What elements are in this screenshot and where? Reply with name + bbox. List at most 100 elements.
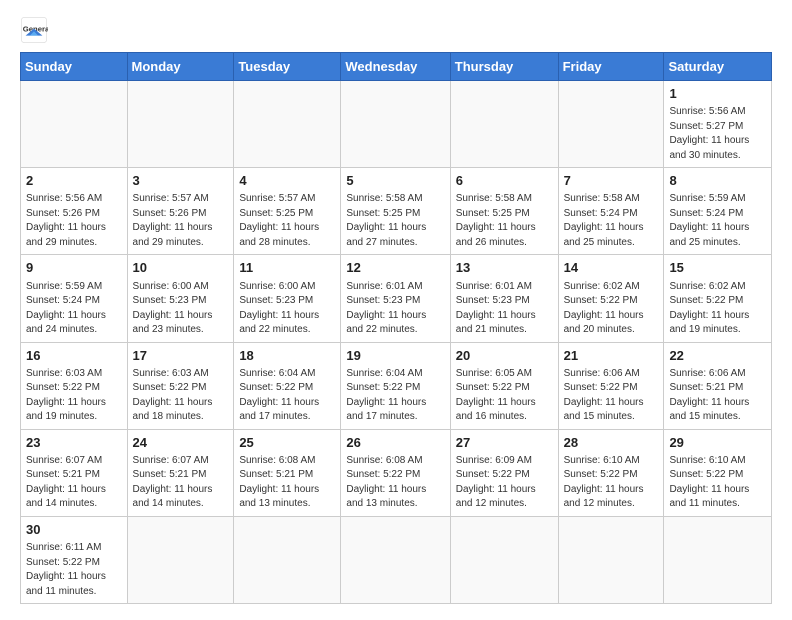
day-number: 9 — [26, 259, 122, 277]
calendar-week-2: 9 Sunrise: 5:59 AM Sunset: 5:24 PM Daylig… — [21, 255, 772, 342]
day-number: 10 — [133, 259, 229, 277]
calendar-cell: 12Sunrise: 6:01 AM Sunset: 5:23 PM Dayli… — [341, 255, 450, 342]
day-number: 6 — [456, 172, 553, 190]
day-info: Sunrise: 5:59 AM Sunset: 5:24 PM Dayligh… — [669, 192, 766, 250]
calendar-cell: 2 Sunrise: 5:56 AM Sunset: 5:26 PM Daylig… — [21, 168, 128, 255]
calendar-cell — [450, 81, 558, 168]
calendar-cell: 18Sunrise: 6:04 AM Sunset: 5:22 PM Dayli… — [234, 342, 341, 429]
calendar-cell: 20Sunrise: 6:05 AM Sunset: 5:22 PM Dayli… — [450, 342, 558, 429]
day-number: 4 — [239, 172, 335, 190]
dow-sunday: Sunday — [21, 53, 128, 81]
calendar-cell: 4Sunrise: 5:57 AM Sunset: 5:25 PM Daylig… — [234, 168, 341, 255]
day-number: 23 — [26, 434, 122, 452]
day-number: 5 — [346, 172, 444, 190]
calendar-cell: 22 Sunrise: 6:06 AM Sunset: 5:21 PM Dayli… — [664, 342, 772, 429]
calendar-cell: 26 Sunrise: 6:08 AM Sunset: 5:22 PM Dayli… — [341, 429, 450, 516]
day-info: Sunrise: 6:02 AM Sunset: 5:22 PM Dayligh… — [669, 280, 766, 338]
calendar-week-4: 23 Sunrise: 6:07 AM Sunset: 5:21 PM Dayli… — [21, 429, 772, 516]
calendar-cell: 15Sunrise: 6:02 AM Sunset: 5:22 PM Dayli… — [664, 255, 772, 342]
calendar-table: SundayMondayTuesdayWednesdayThursdayFrid… — [20, 52, 772, 604]
calendar-cell: 14 Sunrise: 6:02 AM Sunset: 5:22 PM Dayli… — [558, 255, 664, 342]
day-info: Sunrise: 6:07 AM Sunset: 5:21 PM Dayligh… — [26, 454, 122, 512]
day-info: Sunrise: 6:03 AM Sunset: 5:22 PM Dayligh… — [133, 367, 229, 425]
calendar-cell: 17 Sunrise: 6:03 AM Sunset: 5:22 PM Dayli… — [127, 342, 234, 429]
day-number: 12 — [346, 259, 444, 277]
day-info: Sunrise: 6:11 AM Sunset: 5:22 PM Dayligh… — [26, 541, 122, 599]
calendar-cell: 29Sunrise: 6:10 AM Sunset: 5:22 PM Dayli… — [664, 429, 772, 516]
day-info: Sunrise: 5:57 AM Sunset: 5:26 PM Dayligh… — [133, 192, 229, 250]
logo-icon: General — [20, 16, 48, 44]
dow-wednesday: Wednesday — [341, 53, 450, 81]
day-number: 21 — [564, 347, 659, 365]
calendar-week-3: 16 Sunrise: 6:03 AM Sunset: 5:22 PM Dayli… — [21, 342, 772, 429]
day-info: Sunrise: 6:08 AM Sunset: 5:22 PM Dayligh… — [346, 454, 444, 512]
day-number: 28 — [564, 434, 659, 452]
calendar-week-5: 30 Sunrise: 6:11 AM Sunset: 5:22 PM Dayli… — [21, 516, 772, 603]
day-number: 17 — [133, 347, 229, 365]
calendar-cell — [21, 81, 128, 168]
calendar-cell: 9 Sunrise: 5:59 AM Sunset: 5:24 PM Daylig… — [21, 255, 128, 342]
day-number: 3 — [133, 172, 229, 190]
calendar-cell — [664, 516, 772, 603]
calendar-cell: 13 Sunrise: 6:01 AM Sunset: 5:23 PM Dayli… — [450, 255, 558, 342]
day-info: Sunrise: 6:06 AM Sunset: 5:22 PM Dayligh… — [564, 367, 659, 425]
day-number: 14 — [564, 259, 659, 277]
day-number: 29 — [669, 434, 766, 452]
calendar-cell: 23 Sunrise: 6:07 AM Sunset: 5:21 PM Dayli… — [21, 429, 128, 516]
day-info: Sunrise: 5:59 AM Sunset: 5:24 PM Dayligh… — [26, 280, 122, 338]
day-info: Sunrise: 6:06 AM Sunset: 5:21 PM Dayligh… — [669, 367, 766, 425]
calendar-cell: 28Sunrise: 6:10 AM Sunset: 5:22 PM Dayli… — [558, 429, 664, 516]
calendar-cell: 11Sunrise: 6:00 AM Sunset: 5:23 PM Dayli… — [234, 255, 341, 342]
day-info: Sunrise: 6:09 AM Sunset: 5:22 PM Dayligh… — [456, 454, 553, 512]
calendar-cell: 21 Sunrise: 6:06 AM Sunset: 5:22 PM Dayli… — [558, 342, 664, 429]
day-number: 2 — [26, 172, 122, 190]
day-number: 26 — [346, 434, 444, 452]
day-number: 16 — [26, 347, 122, 365]
calendar-cell — [558, 516, 664, 603]
day-number: 22 — [669, 347, 766, 365]
dow-thursday: Thursday — [450, 53, 558, 81]
calendar-cell: 30 Sunrise: 6:11 AM Sunset: 5:22 PM Dayli… — [21, 516, 128, 603]
logo: General — [20, 16, 52, 44]
day-info: Sunrise: 5:58 AM Sunset: 5:25 PM Dayligh… — [346, 192, 444, 250]
calendar-cell: 19Sunrise: 6:04 AM Sunset: 5:22 PM Dayli… — [341, 342, 450, 429]
day-info: Sunrise: 6:04 AM Sunset: 5:22 PM Dayligh… — [239, 367, 335, 425]
dow-saturday: Saturday — [664, 53, 772, 81]
day-of-week-row: SundayMondayTuesdayWednesdayThursdayFrid… — [21, 53, 772, 81]
calendar-cell — [341, 516, 450, 603]
calendar-cell: 1 Sunrise: 5:56 AM Sunset: 5:27 PM Daylig… — [664, 81, 772, 168]
page-header: General — [20, 16, 772, 44]
day-info: Sunrise: 6:04 AM Sunset: 5:22 PM Dayligh… — [346, 367, 444, 425]
calendar-cell: 16 Sunrise: 6:03 AM Sunset: 5:22 PM Dayli… — [21, 342, 128, 429]
calendar-week-0: 1 Sunrise: 5:56 AM Sunset: 5:27 PM Daylig… — [21, 81, 772, 168]
day-info: Sunrise: 6:03 AM Sunset: 5:22 PM Dayligh… — [26, 367, 122, 425]
calendar-week-1: 2 Sunrise: 5:56 AM Sunset: 5:26 PM Daylig… — [21, 168, 772, 255]
dow-friday: Friday — [558, 53, 664, 81]
calendar-cell: 25Sunrise: 6:08 AM Sunset: 5:21 PM Dayli… — [234, 429, 341, 516]
calendar-cell — [127, 516, 234, 603]
day-info: Sunrise: 6:02 AM Sunset: 5:22 PM Dayligh… — [564, 280, 659, 338]
day-info: Sunrise: 6:01 AM Sunset: 5:23 PM Dayligh… — [456, 280, 553, 338]
day-info: Sunrise: 6:00 AM Sunset: 5:23 PM Dayligh… — [239, 280, 335, 338]
day-number: 13 — [456, 259, 553, 277]
day-number: 1 — [669, 85, 766, 103]
day-info: Sunrise: 5:56 AM Sunset: 5:26 PM Dayligh… — [26, 192, 122, 250]
calendar-cell — [127, 81, 234, 168]
day-number: 30 — [26, 521, 122, 539]
dow-tuesday: Tuesday — [234, 53, 341, 81]
calendar-cell: 6Sunrise: 5:58 AM Sunset: 5:25 PM Daylig… — [450, 168, 558, 255]
calendar-cell — [558, 81, 664, 168]
calendar-cell: 27Sunrise: 6:09 AM Sunset: 5:22 PM Dayli… — [450, 429, 558, 516]
dow-monday: Monday — [127, 53, 234, 81]
calendar-cell: 24Sunrise: 6:07 AM Sunset: 5:21 PM Dayli… — [127, 429, 234, 516]
calendar-cell: 8Sunrise: 5:59 AM Sunset: 5:24 PM Daylig… — [664, 168, 772, 255]
calendar-cell: 10Sunrise: 6:00 AM Sunset: 5:23 PM Dayli… — [127, 255, 234, 342]
day-number: 7 — [564, 172, 659, 190]
day-number: 25 — [239, 434, 335, 452]
day-info: Sunrise: 5:56 AM Sunset: 5:27 PM Dayligh… — [669, 105, 766, 163]
calendar-header: SundayMondayTuesdayWednesdayThursdayFrid… — [21, 53, 772, 81]
day-info: Sunrise: 5:58 AM Sunset: 5:24 PM Dayligh… — [564, 192, 659, 250]
calendar-cell: 3 Sunrise: 5:57 AM Sunset: 5:26 PM Daylig… — [127, 168, 234, 255]
day-info: Sunrise: 6:05 AM Sunset: 5:22 PM Dayligh… — [456, 367, 553, 425]
calendar-cell — [450, 516, 558, 603]
